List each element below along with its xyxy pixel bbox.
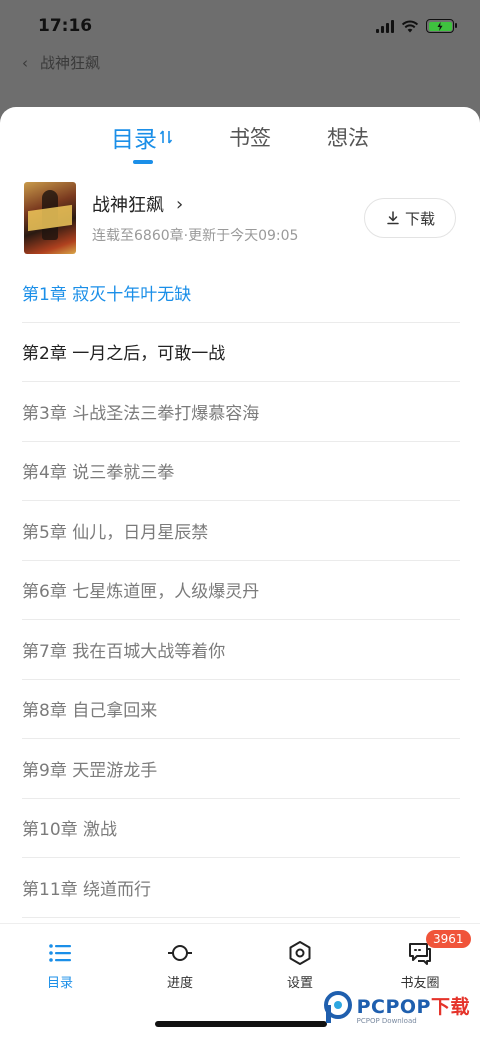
tab-thoughts-label: 想法 — [327, 126, 369, 150]
list-icon — [49, 944, 71, 962]
chapter-item[interactable]: 第7章 我在百城大战等着你 — [22, 620, 460, 680]
book-title[interactable]: 战神狂飙 › — [92, 191, 364, 217]
wifi-icon — [401, 20, 419, 32]
nav-community-label: 书友圈 — [400, 976, 440, 991]
chapter-item[interactable]: 第10章 激战 — [22, 799, 460, 858]
chapter-title: 第11章 绕道而行 — [22, 879, 152, 900]
pcpop-logo-icon — [323, 991, 352, 1023]
nav-settings-label: 设置 — [286, 976, 313, 991]
book-info[interactable]: 战神狂飙 › 连载至6860章·更新于今天09:05 — [92, 191, 364, 245]
chapter-title: 第4章 说三拳就三拳 — [22, 463, 175, 484]
tab-bar: 目录 书签 想法 — [0, 107, 480, 165]
chapter-title: 第5章 仙儿，日月星辰禁 — [22, 522, 209, 543]
download-icon — [387, 211, 399, 225]
chapter-title: 第7章 我在百城大战等着你 — [22, 641, 226, 662]
chapter-title: 第10章 激战 — [22, 820, 118, 841]
signal-icon — [376, 19, 394, 33]
download-button[interactable]: 下载 — [364, 198, 456, 238]
status-bar: 17:16 — [0, 0, 480, 52]
background-header: ‹ 战神狂飙 — [22, 52, 100, 73]
nav-catalog[interactable]: 目录 — [0, 924, 120, 1039]
watermark-download: 下载 — [430, 995, 470, 1018]
nav-progress-label: 进度 — [166, 976, 193, 991]
nav-catalog-label: 目录 — [46, 976, 73, 991]
chapter-title: 第1章 寂灭十年叶无缺 — [22, 284, 192, 305]
watermark-sub: PCPOP Download — [356, 1016, 417, 1025]
home-indicator — [155, 1021, 327, 1027]
status-time: 17:16 — [38, 16, 93, 36]
chapter-item[interactable]: 第3章 斗战圣法三拳打爆慕容海 — [22, 382, 460, 442]
download-label: 下载 — [404, 209, 435, 228]
notification-badge: 3961 — [426, 930, 471, 948]
tab-bookmarks-label: 书签 — [229, 126, 271, 150]
chapter-title: 第8章 自己拿回来 — [22, 701, 158, 722]
chapter-item[interactable]: 第6章 七星炼道匣，人级爆灵丹 — [22, 561, 460, 620]
book-title-text: 战神狂飙 — [92, 195, 164, 216]
tab-thoughts[interactable]: 想法 — [327, 120, 369, 152]
chapter-title: 第3章 斗战圣法三拳打爆慕容海 — [22, 403, 260, 424]
tab-catalog[interactable]: 目录 — [111, 118, 173, 164]
background-title: 战神狂飙 — [40, 54, 101, 72]
watermark-brand: PCPOP — [356, 995, 431, 1018]
chapter-title: 第2章 一月之后，可敢一战 — [22, 344, 226, 365]
tab-bookmarks[interactable]: 书签 — [229, 120, 271, 152]
status-icons — [376, 19, 457, 33]
back-icon: ‹ — [22, 53, 28, 72]
progress-icon — [168, 945, 192, 961]
settings-icon — [289, 941, 311, 965]
book-meta: 连载至6860章·更新于今天09:05 — [92, 228, 299, 244]
sort-icon[interactable] — [159, 129, 173, 145]
tab-catalog-label: 目录 — [111, 127, 157, 153]
chapter-item[interactable]: 第5章 仙儿，日月星辰禁 — [22, 501, 460, 561]
catalog-sheet: 目录 书签 想法 战神狂飙 › 连载至6860章·更新于今天09:05 下载 第… — [0, 107, 480, 1039]
chapter-title: 第6章 七星炼道匣，人级爆灵丹 — [22, 582, 260, 603]
chapter-item[interactable]: 第1章 寂灭十年叶无缺 — [22, 263, 460, 323]
chapter-item[interactable]: 第11章 绕道而行 — [22, 858, 460, 918]
chapter-item[interactable]: 第9章 天罡游龙手 — [22, 739, 460, 799]
chevron-right-icon: › — [176, 193, 184, 215]
book-header: 战神狂飙 › 连载至6860章·更新于今天09:05 下载 — [24, 181, 456, 255]
battery-icon — [426, 19, 457, 33]
watermark: PCPOP下载 PCPOP Download — [323, 991, 470, 1025]
chapter-list: 第1章 寂灭十年叶无缺 第2章 一月之后，可敢一战 第3章 斗战圣法三拳打爆慕容… — [22, 263, 460, 918]
chapter-item[interactable]: 第8章 自己拿回来 — [22, 680, 460, 739]
chapter-item[interactable]: 第2章 一月之后，可敢一战 — [22, 323, 460, 382]
book-cover[interactable] — [24, 182, 76, 254]
chapter-title: 第9章 天罡游龙手 — [22, 760, 158, 781]
active-tab-indicator — [133, 160, 153, 164]
chapter-item[interactable]: 第4章 说三拳就三拳 — [22, 442, 460, 501]
